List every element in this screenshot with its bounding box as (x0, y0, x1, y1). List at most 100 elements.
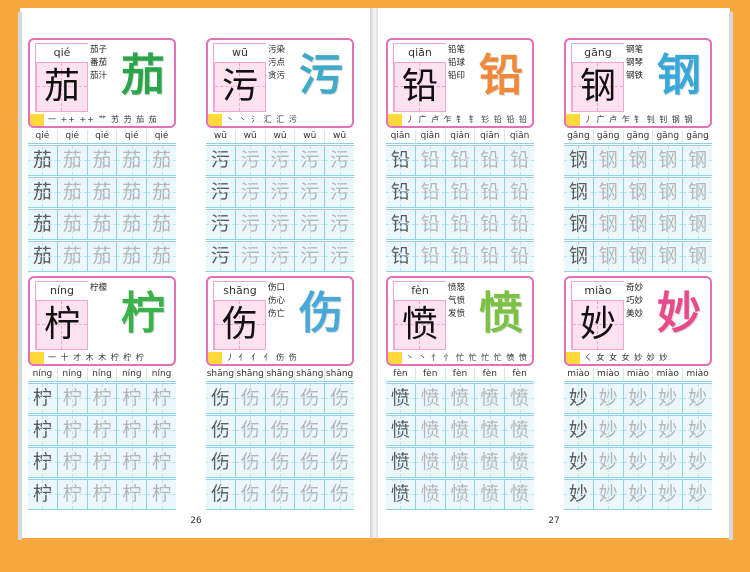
trace-cell[interactable]: 妙 (593, 480, 624, 509)
trace-cell[interactable]: 愤 (386, 480, 416, 509)
trace-cell[interactable]: 柠 (87, 416, 118, 445)
trace-cell[interactable]: 铅 (386, 242, 416, 271)
trace-cell[interactable]: 铅 (445, 146, 476, 175)
trace-cell[interactable]: 污 (265, 210, 296, 239)
trace-cell[interactable]: 柠 (57, 384, 88, 413)
trace-cell[interactable]: 污 (235, 178, 266, 207)
trace-cell[interactable]: 柠 (87, 480, 118, 509)
trace-cell[interactable]: 柠 (57, 480, 88, 509)
trace-cell[interactable]: 愤 (505, 384, 534, 413)
trace-cell[interactable]: 伤 (295, 384, 326, 413)
trace-cell[interactable]: 伤 (265, 416, 296, 445)
trace-cell[interactable]: 伤 (235, 448, 266, 477)
trace-cell[interactable]: 伤 (235, 480, 266, 509)
trace-cell[interactable]: 铅 (505, 178, 534, 207)
trace-cell[interactable]: 茄 (117, 242, 148, 271)
trace-cell[interactable]: 妙 (593, 384, 624, 413)
trace-cell[interactable]: 污 (325, 178, 354, 207)
trace-cell[interactable]: 钢 (593, 178, 624, 207)
trace-cell[interactable]: 钢 (564, 210, 594, 239)
trace-cell[interactable]: 妙 (653, 448, 684, 477)
trace-cell[interactable]: 伤 (206, 416, 236, 445)
trace-cell[interactable]: 妙 (683, 384, 712, 413)
trace-cell[interactable]: 妙 (564, 448, 594, 477)
trace-cell[interactable]: 柠 (147, 384, 176, 413)
trace-cell[interactable]: 钢 (653, 178, 684, 207)
trace-cell[interactable]: 愤 (505, 480, 534, 509)
trace-cell[interactable]: 茄 (147, 242, 176, 271)
trace-cell[interactable]: 愤 (445, 416, 476, 445)
trace-cell[interactable]: 伤 (265, 384, 296, 413)
trace-cell[interactable]: 污 (235, 242, 266, 271)
trace-cell[interactable]: 污 (206, 210, 236, 239)
trace-cell[interactable]: 伤 (265, 480, 296, 509)
trace-cell[interactable]: 愤 (415, 384, 446, 413)
trace-cell[interactable]: 愤 (475, 448, 506, 477)
trace-cell[interactable]: 污 (265, 178, 296, 207)
trace-cell[interactable]: 钢 (683, 146, 712, 175)
trace-cell[interactable]: 伤 (206, 384, 236, 413)
trace-cell[interactable]: 茄 (57, 210, 88, 239)
trace-cell[interactable]: 愤 (475, 384, 506, 413)
trace-cell[interactable]: 柠 (87, 384, 118, 413)
trace-cell[interactable]: 愤 (505, 416, 534, 445)
trace-cell[interactable]: 钢 (623, 146, 654, 175)
trace-cell[interactable]: 愤 (386, 384, 416, 413)
trace-cell[interactable]: 钢 (623, 178, 654, 207)
trace-cell[interactable]: 妙 (564, 384, 594, 413)
trace-cell[interactable]: 柠 (117, 384, 148, 413)
trace-cell[interactable]: 妙 (683, 480, 712, 509)
trace-cell[interactable]: 妙 (593, 448, 624, 477)
trace-cell[interactable]: 妙 (653, 480, 684, 509)
trace-cell[interactable]: 茄 (57, 146, 88, 175)
trace-cell[interactable]: 铅 (445, 210, 476, 239)
trace-cell[interactable]: 污 (206, 146, 236, 175)
trace-cell[interactable]: 茄 (147, 146, 176, 175)
trace-cell[interactable]: 愤 (475, 480, 506, 509)
trace-cell[interactable]: 柠 (28, 480, 58, 509)
trace-cell[interactable]: 妙 (564, 480, 594, 509)
trace-cell[interactable]: 钢 (653, 146, 684, 175)
trace-cell[interactable]: 茄 (87, 146, 118, 175)
trace-cell[interactable]: 伤 (325, 480, 354, 509)
trace-cell[interactable]: 铅 (415, 242, 446, 271)
trace-cell[interactable]: 茄 (28, 242, 58, 271)
trace-cell[interactable]: 柠 (117, 448, 148, 477)
trace-cell[interactable]: 茄 (87, 210, 118, 239)
trace-cell[interactable]: 伤 (206, 480, 236, 509)
trace-cell[interactable]: 妙 (593, 416, 624, 445)
trace-cell[interactable]: 钢 (653, 242, 684, 271)
trace-cell[interactable]: 污 (265, 146, 296, 175)
trace-cell[interactable]: 茄 (28, 146, 58, 175)
trace-cell[interactable]: 铅 (475, 178, 506, 207)
trace-cell[interactable]: 铅 (475, 146, 506, 175)
trace-cell[interactable]: 愤 (415, 480, 446, 509)
trace-cell[interactable]: 柠 (57, 448, 88, 477)
trace-cell[interactable]: 铅 (415, 210, 446, 239)
trace-cell[interactable]: 柠 (117, 480, 148, 509)
trace-cell[interactable]: 柠 (147, 448, 176, 477)
trace-cell[interactable]: 妙 (623, 448, 654, 477)
trace-cell[interactable]: 柠 (57, 416, 88, 445)
trace-cell[interactable]: 愤 (505, 448, 534, 477)
trace-cell[interactable]: 伤 (295, 416, 326, 445)
trace-cell[interactable]: 妙 (623, 416, 654, 445)
trace-cell[interactable]: 污 (265, 242, 296, 271)
trace-cell[interactable]: 愤 (386, 448, 416, 477)
trace-cell[interactable]: 伤 (265, 448, 296, 477)
trace-cell[interactable]: 钢 (683, 210, 712, 239)
trace-cell[interactable]: 钢 (683, 242, 712, 271)
trace-cell[interactable]: 铅 (505, 242, 534, 271)
trace-cell[interactable]: 愤 (475, 416, 506, 445)
trace-cell[interactable]: 污 (295, 242, 326, 271)
trace-cell[interactable]: 钢 (564, 178, 594, 207)
trace-cell[interactable]: 柠 (147, 416, 176, 445)
trace-cell[interactable]: 污 (325, 210, 354, 239)
trace-cell[interactable]: 铅 (415, 178, 446, 207)
trace-cell[interactable]: 钢 (564, 242, 594, 271)
trace-cell[interactable]: 污 (295, 178, 326, 207)
trace-cell[interactable]: 污 (235, 146, 266, 175)
trace-cell[interactable]: 茄 (117, 210, 148, 239)
trace-cell[interactable]: 妙 (653, 416, 684, 445)
trace-cell[interactable]: 伤 (325, 448, 354, 477)
